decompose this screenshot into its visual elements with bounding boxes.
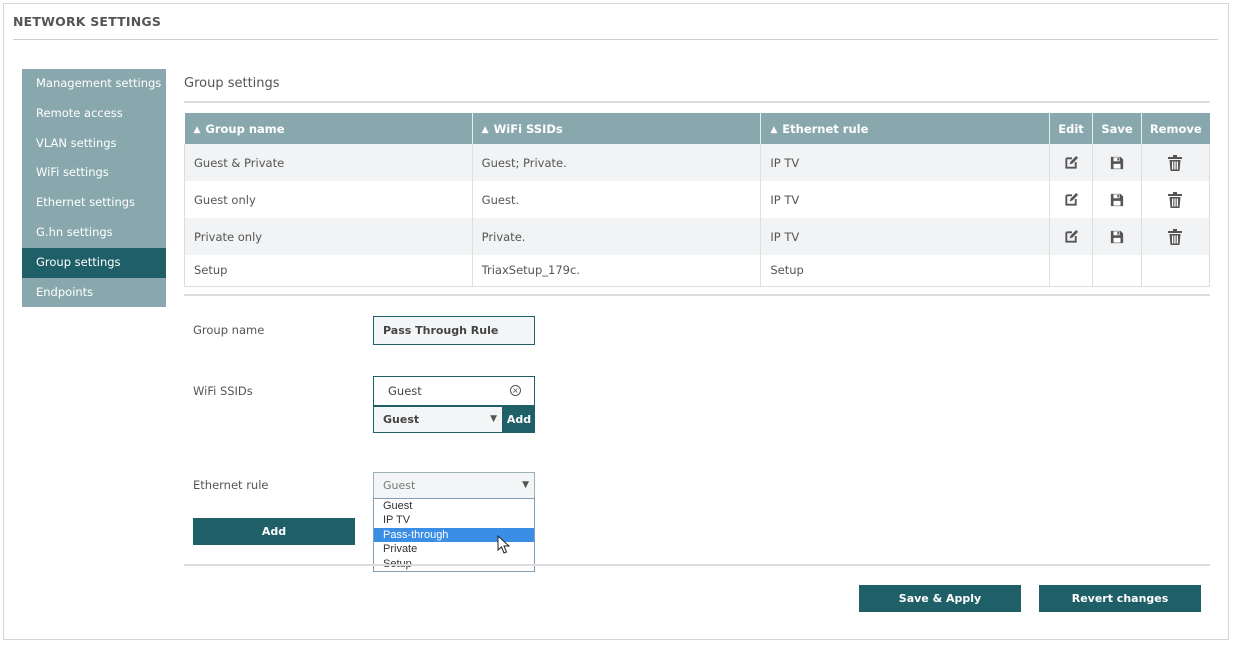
- floppy-disk-icon[interactable]: [1110, 230, 1124, 244]
- wifi-ssid-tag: Guest: [388, 384, 422, 398]
- wifi-ssid-select-value: Guest: [383, 413, 420, 426]
- trash-icon[interactable]: [1168, 228, 1183, 245]
- cell-wifi-ssids: Guest.: [471, 181, 761, 218]
- edit-icon[interactable]: [1064, 229, 1079, 244]
- cell-wifi-ssids: TriaxSetup_179c.: [471, 255, 761, 287]
- cell-wifi-ssids: Guest; Private.: [471, 144, 761, 181]
- header-label: WiFi SSIDs: [493, 121, 563, 136]
- table-row: Guest only Guest. IP TV: [184, 181, 1211, 218]
- group-name-label: Group name: [193, 323, 265, 337]
- edit-cell: [1049, 181, 1093, 218]
- column-header-save: Save: [1092, 113, 1142, 144]
- ethernet-rule-select[interactable]: Guest ▼: [373, 472, 535, 499]
- table-row: Setup TriaxSetup_179c. Setup: [184, 255, 1211, 287]
- sidebar-item-remote-access[interactable]: Remote access: [22, 99, 166, 129]
- cell-group-name: Setup: [184, 255, 473, 287]
- chevron-up-icon: ▲: [770, 124, 778, 135]
- ethernet-rule-select-value: Guest: [383, 479, 416, 492]
- form-divider: [184, 564, 1210, 566]
- sidebar-item-ghn[interactable]: G.hn settings: [22, 218, 166, 248]
- trash-icon[interactable]: [1168, 154, 1183, 171]
- chevron-up-icon: ▲: [481, 124, 489, 135]
- add-group-button[interactable]: Add: [193, 518, 355, 545]
- cell-group-name: Guest only: [184, 181, 473, 218]
- wifi-ssids-tag-field[interactable]: Guest ×: [373, 376, 535, 406]
- chevron-up-icon: ▲: [193, 124, 201, 135]
- caret-down-icon: ▼: [522, 480, 529, 490]
- header-label: Ethernet rule: [782, 121, 869, 136]
- save-cell: [1092, 144, 1142, 181]
- mouse-pointer-icon: [497, 535, 511, 554]
- edit-cell: [1049, 218, 1093, 255]
- ethernet-rule-label: Ethernet rule: [193, 478, 269, 492]
- table-header-row: ▲ Group name ▲ WiFi SSIDs ▲ Ethernet rule E…: [184, 113, 1210, 144]
- save-cell: [1092, 218, 1142, 255]
- close-circle-icon[interactable]: ×: [510, 385, 521, 396]
- dropdown-option-guest[interactable]: Guest: [374, 499, 534, 513]
- sidebar-item-wifi[interactable]: WiFi settings: [22, 158, 166, 188]
- section-title: Group settings: [184, 76, 280, 91]
- sidebar-item-ethernet[interactable]: Ethernet settings: [22, 188, 166, 218]
- column-header-ethernet-rule[interactable]: ▲ Ethernet rule: [760, 113, 1050, 144]
- caret-down-icon: ▼: [490, 414, 497, 424]
- cell-wifi-ssids: Private.: [471, 218, 761, 255]
- remove-cell: [1140, 181, 1211, 218]
- cell-ethernet-rule: IP TV: [760, 181, 1050, 218]
- sidebar-item-vlan[interactable]: VLAN settings: [22, 129, 166, 159]
- edit-cell: [1049, 144, 1093, 181]
- title-divider: [13, 39, 1218, 40]
- section-divider: [184, 101, 1210, 103]
- sidebar-item-group-settings[interactable]: Group settings: [22, 247, 166, 278]
- page-title: NETWORK SETTINGS: [13, 14, 162, 29]
- group-name-input[interactable]: Pass Through Rule: [373, 316, 535, 345]
- edit-icon[interactable]: [1064, 155, 1079, 170]
- column-header-group-name[interactable]: ▲ Group name: [184, 113, 473, 144]
- column-header-remove: Remove: [1140, 113, 1210, 144]
- save-cell: [1092, 255, 1142, 287]
- edit-icon[interactable]: [1064, 192, 1079, 207]
- settings-panel: [3, 3, 1229, 640]
- save-apply-button[interactable]: Save & Apply: [859, 585, 1021, 612]
- groups-table: ▲ Group name ▲ WiFi SSIDs ▲ Ethernet rule E…: [184, 113, 1211, 287]
- dropdown-option-ip-tv[interactable]: IP TV: [374, 513, 534, 527]
- floppy-disk-icon[interactable]: [1110, 193, 1124, 207]
- floppy-disk-icon[interactable]: [1110, 156, 1124, 170]
- cell-ethernet-rule: IP TV: [760, 144, 1050, 181]
- sidebar-item-endpoints[interactable]: Endpoints: [22, 278, 166, 308]
- cell-group-name: Private only: [184, 218, 473, 255]
- wifi-ssid-select[interactable]: Guest ▼: [373, 406, 503, 433]
- cell-ethernet-rule: Setup: [760, 255, 1050, 287]
- edit-cell: [1049, 255, 1093, 287]
- add-ssid-button[interactable]: Add: [503, 406, 535, 433]
- column-header-edit: Edit: [1049, 113, 1093, 144]
- remove-cell: [1140, 218, 1211, 255]
- cell-group-name: Guest & Private: [184, 144, 473, 181]
- wifi-ssids-label: WiFi SSIDs: [193, 384, 253, 398]
- remove-cell: [1140, 255, 1211, 287]
- table-row: Private only Private. IP TV: [184, 218, 1211, 255]
- trash-icon[interactable]: [1168, 191, 1183, 208]
- header-label: Group name: [205, 121, 285, 136]
- table-row: Guest & Private Guest; Private. IP TV: [184, 144, 1211, 181]
- revert-changes-button[interactable]: Revert changes: [1039, 585, 1201, 612]
- sidebar-item-management[interactable]: Management settings: [22, 69, 166, 99]
- cell-ethernet-rule: IP TV: [760, 218, 1050, 255]
- save-cell: [1092, 181, 1142, 218]
- sidebar: Management settings Remote access VLAN s…: [22, 69, 166, 308]
- table-divider: [184, 294, 1210, 296]
- column-header-wifi-ssids[interactable]: ▲ WiFi SSIDs: [471, 113, 761, 144]
- remove-cell: [1140, 144, 1211, 181]
